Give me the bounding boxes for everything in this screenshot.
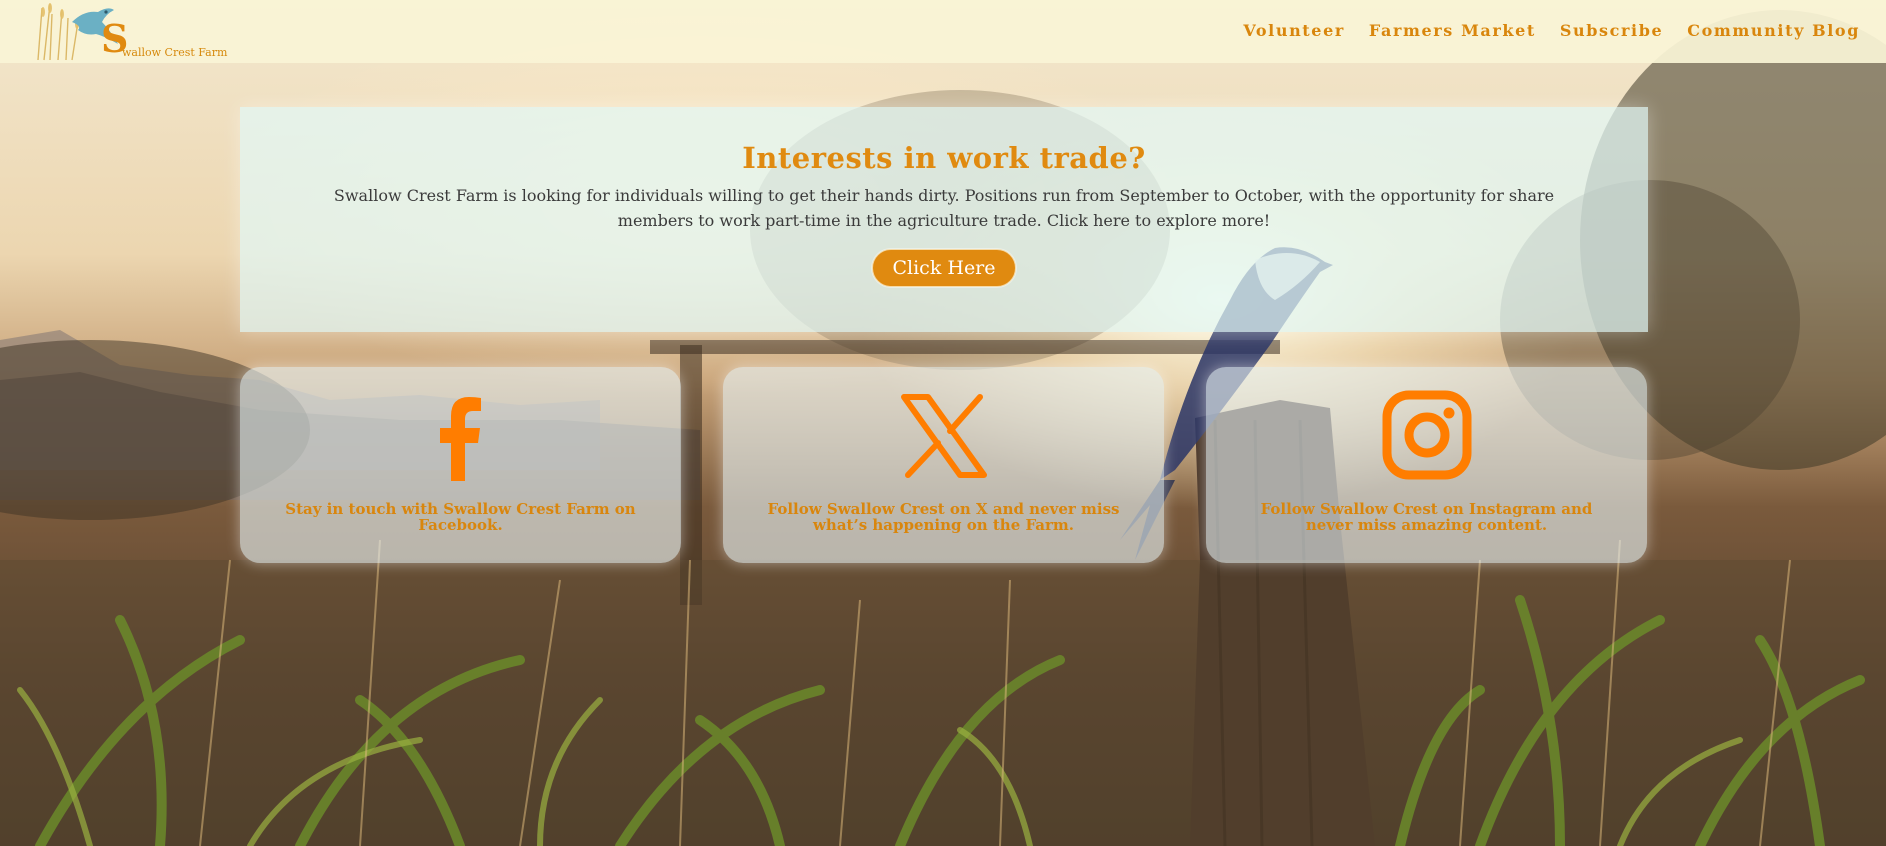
x-icon[interactable] <box>898 389 990 481</box>
facebook-icon[interactable] <box>415 389 507 481</box>
main-nav: Volunteer Farmers Market Subscribe Commu… <box>1243 21 1860 40</box>
work-trade-description: Swallow Crest Farm is looking for indivi… <box>333 186 1555 230</box>
instagram-icon[interactable] <box>1381 389 1473 481</box>
work-trade-panel: Interests in work trade? Swallow Crest F… <box>240 107 1648 332</box>
click-here-button[interactable]: Click Here <box>872 249 1016 287</box>
nav-community-blog[interactable]: Community Blog <box>1687 21 1860 40</box>
x-card-text: Follow Swallow Crest on X and never miss… <box>767 500 1120 534</box>
site-header: S wallow Crest Farm Volunteer Farmers Ma… <box>0 0 1886 63</box>
facebook-card-text: Stay in touch with Swallow Crest Farm on… <box>285 500 636 534</box>
instagram-card: Follow Swallow Crest on Instagram and ne… <box>1206 367 1647 563</box>
instagram-card-text: Follow Swallow Crest on Instagram and ne… <box>1260 500 1593 534</box>
site-logo[interactable]: S wallow Crest Farm <box>32 0 227 63</box>
nav-subscribe[interactable]: Subscribe <box>1560 21 1663 40</box>
facebook-card: Stay in touch with Swallow Crest Farm on… <box>240 367 681 563</box>
nav-volunteer[interactable]: Volunteer <box>1243 21 1345 40</box>
nav-farmers-market[interactable]: Farmers Market <box>1369 21 1536 40</box>
work-trade-title: Interests in work trade? <box>742 141 1146 175</box>
x-card: Follow Swallow Crest on X and never miss… <box>723 367 1164 563</box>
logo-text: wallow Crest Farm <box>122 46 228 59</box>
